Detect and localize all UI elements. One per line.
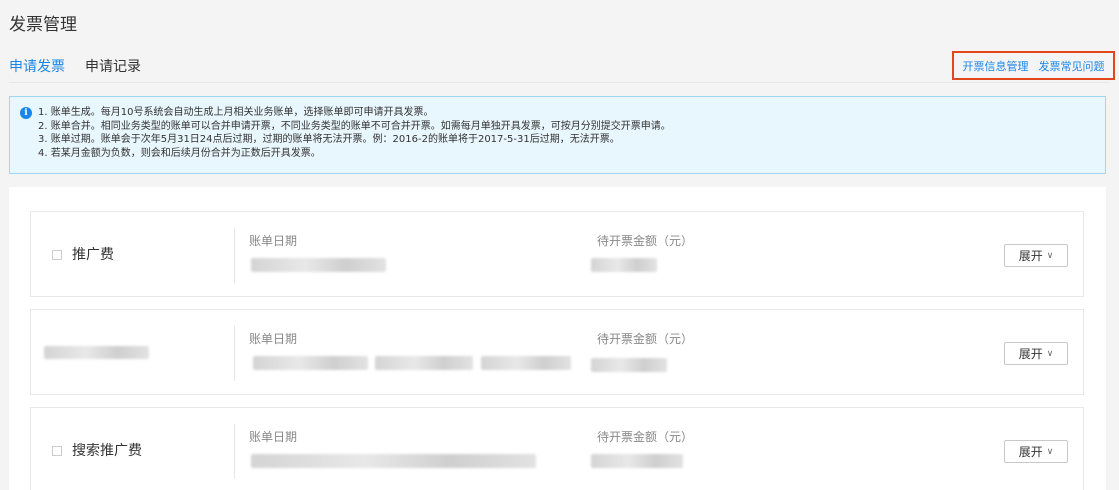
bill-card: 推广费 账单日期 待开票金额（元） 展开 ∨ <box>30 211 1084 297</box>
amount-label: 待开票金额（元） <box>597 430 694 444</box>
expand-button-label: 展开 <box>1018 347 1043 361</box>
quick-links-box: 开票信息管理 发票常见问题 <box>952 51 1115 80</box>
bill-card: 搜索推广费 账单日期 待开票金额（元） 展开 ∨ <box>30 407 1084 490</box>
bill-checkbox[interactable] <box>52 250 62 260</box>
bill-date-value-redacted <box>375 356 473 370</box>
notice-line: 1. 账单生成。每月10号系统会自动生成上月相关业务账单，选择账单即可申请开具发… <box>38 107 434 118</box>
chevron-down-icon: ∨ <box>1046 446 1054 457</box>
notice-line: 3. 账单过期。账单会于次年5月31日24点后过期，过期的账单将无法开票。例：2… <box>38 134 620 145</box>
chevron-down-icon: ∨ <box>1046 250 1054 261</box>
bill-list: 推广费 账单日期 待开票金额（元） 展开 ∨ 账单日期 待开票金额（元） 展开 … <box>9 187 1106 490</box>
tab-divider <box>9 82 1109 83</box>
card-divider <box>234 228 235 283</box>
invoice-faq-link[interactable]: 发票常见问题 <box>1039 58 1105 74</box>
bill-card: 账单日期 待开票金额（元） 展开 ∨ <box>30 309 1084 395</box>
notice-banner: i 1. 账单生成。每月10号系统会自动生成上月相关业务账单，选择账单即可申请开… <box>9 96 1106 174</box>
expand-button-label: 展开 <box>1018 249 1043 263</box>
card-divider <box>234 326 235 381</box>
invoice-info-management-link[interactable]: 开票信息管理 <box>963 58 1029 74</box>
tab-apply-invoice[interactable]: 申请发票 <box>9 56 65 84</box>
bill-date-value-redacted <box>253 356 368 370</box>
chevron-down-icon: ∨ <box>1046 348 1054 359</box>
bill-name: 搜索推广费 <box>72 443 142 459</box>
bill-date-label: 账单日期 <box>249 430 298 444</box>
tab-bar: 申请发票 申请记录 <box>9 56 141 84</box>
amount-label: 待开票金额（元） <box>597 234 694 248</box>
bill-date-label: 账单日期 <box>249 332 298 346</box>
bill-date-value-redacted <box>251 258 386 272</box>
notice-lines: 1. 账单生成。每月10号系统会自动生成上月相关业务账单，选择账单即可申请开具发… <box>38 106 671 160</box>
bill-name-redacted <box>44 346 149 359</box>
amount-value-redacted <box>591 454 683 468</box>
expand-button[interactable]: 展开 ∨ <box>1004 342 1068 365</box>
page-title: 发票管理 <box>9 15 77 35</box>
amount-value-redacted <box>591 358 667 372</box>
bill-date-value-redacted <box>251 454 536 468</box>
info-icon: i <box>20 107 32 119</box>
notice-line: 4. 若某月金额为负数，则会和后续月份合并为正数后开具发票。 <box>38 147 321 159</box>
expand-button-label: 展开 <box>1018 445 1043 459</box>
tab-apply-records[interactable]: 申请记录 <box>85 56 141 84</box>
bill-checkbox[interactable] <box>52 446 62 456</box>
bill-date-label: 账单日期 <box>249 234 298 248</box>
bill-date-value-redacted <box>481 356 571 370</box>
expand-button[interactable]: 展开 ∨ <box>1004 244 1068 267</box>
amount-label: 待开票金额（元） <box>597 332 694 346</box>
amount-value-redacted <box>591 258 657 272</box>
notice-line: 2. 账单合并。相同业务类型的账单可以合并申请开票，不同业务类型的账单不可合并开… <box>38 120 671 132</box>
bill-name: 推广费 <box>72 247 114 263</box>
expand-button[interactable]: 展开 ∨ <box>1004 440 1068 463</box>
card-divider <box>234 424 235 479</box>
